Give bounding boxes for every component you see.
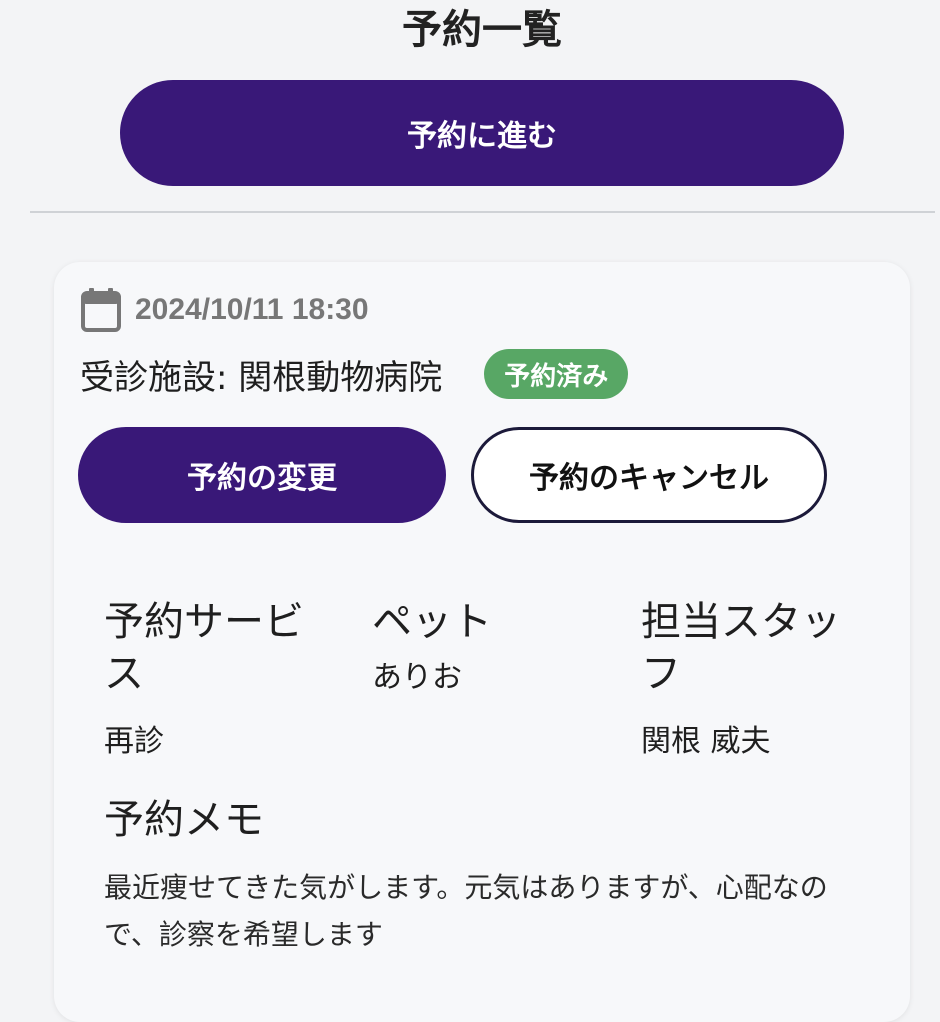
memo-label: 予約メモ: [104, 797, 264, 843]
service-detail: 予約サービス 再診: [104, 596, 334, 762]
reservation-datetime: 2024/10/11 18:30: [135, 293, 369, 326]
status-badge: 予約済み: [484, 349, 629, 399]
staff-label: 担当スタッフ: [641, 599, 841, 697]
service-value: 再診: [104, 724, 164, 759]
calendar-icon: [81, 288, 121, 332]
page-title: 予約一覧: [402, 7, 562, 53]
memo-text: 最近痩せてきた気がします。元気はありますが、心配なので、診察を希望します: [104, 871, 828, 951]
facility-name: 受診施設: 関根動物病院: [80, 357, 443, 398]
cancel-reservation-button[interactable]: 予約のキャンセル: [471, 427, 827, 523]
reservation-card: 2024/10/11 18:30 受診施設: 関根動物病院 予約済み 予約の変更…: [54, 262, 910, 1022]
divider: [30, 211, 935, 213]
proceed-to-reservation-button[interactable]: 予約に進む: [120, 80, 844, 186]
pet-value: ありお: [372, 660, 462, 695]
staff-detail: 担当スタッフ 関根 威夫: [641, 596, 866, 762]
pet-detail: ペット ありお: [372, 596, 592, 698]
reservation-datetime-row: 2024/10/11 18:30: [81, 288, 369, 332]
service-label: 予約サービス: [104, 599, 304, 697]
facility-row: 受診施設: 関根動物病院 予約済み: [80, 346, 629, 402]
change-reservation-button[interactable]: 予約の変更: [78, 427, 446, 523]
pet-label: ペット: [372, 599, 492, 645]
staff-value: 関根 威夫: [641, 724, 771, 759]
